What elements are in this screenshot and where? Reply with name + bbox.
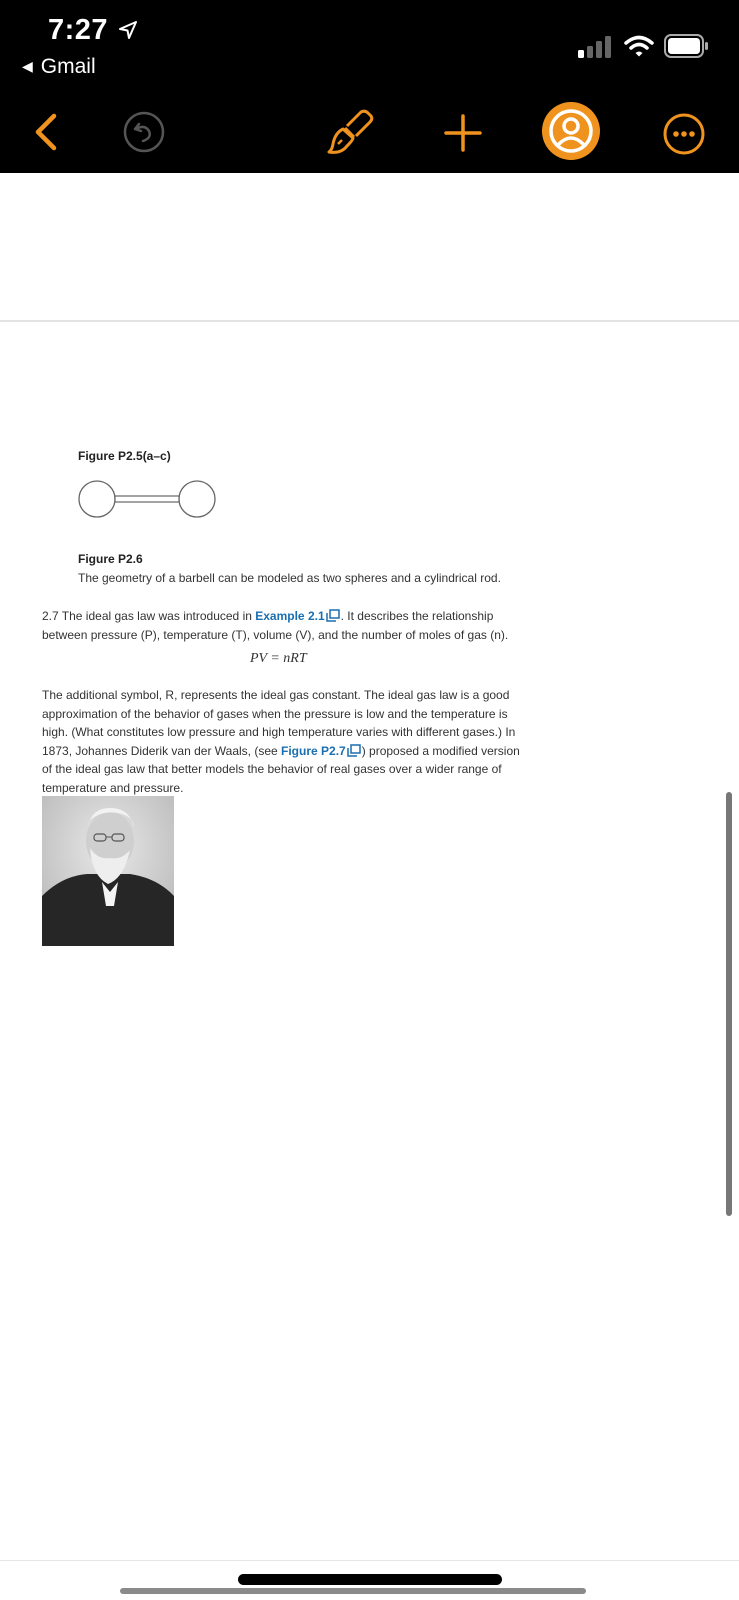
figure-p26-caption: Figure P2.6 The geometry of a barbell ca… xyxy=(78,550,548,587)
cellular-signal-icon xyxy=(578,36,611,58)
more-icon[interactable] xyxy=(663,113,705,155)
bottom-divider xyxy=(0,1560,739,1561)
page-divider xyxy=(0,320,739,322)
example-21-link[interactable]: Example 2.1 xyxy=(255,609,324,623)
top-bar: 7:27 ◀ Gmail xyxy=(0,0,739,173)
back-app-label: Gmail xyxy=(40,55,96,78)
wifi-icon xyxy=(624,35,654,57)
status-time: 7:27 xyxy=(48,14,109,46)
profile-icon[interactable] xyxy=(541,101,601,161)
plus-icon[interactable] xyxy=(443,113,483,153)
back-chevron-icon[interactable] xyxy=(30,112,60,152)
home-indicator[interactable] xyxy=(238,1574,502,1585)
vertical-scrollbar[interactable] xyxy=(726,792,732,1216)
figure-p25-caption: Figure P2.5(a–c) xyxy=(78,449,171,463)
barbell-figure xyxy=(78,480,216,518)
external-link-icon xyxy=(325,609,340,622)
van-der-waals-portrait xyxy=(42,796,174,946)
ideal-gas-equation: PV = nRT xyxy=(250,651,307,666)
problem-27-paragraph: 2.7 The ideal gas law was introduced in … xyxy=(42,609,509,642)
location-arrow-icon xyxy=(119,21,137,39)
external-link-icon xyxy=(346,743,361,757)
battery-icon xyxy=(664,34,708,58)
back-to-app-link[interactable]: ◀ Gmail xyxy=(22,55,96,79)
figure-p26-text: The geometry of a barbell can be modeled… xyxy=(78,570,501,585)
figure-p26-title: Figure P2.6 xyxy=(78,552,143,566)
back-triangle-icon: ◀ xyxy=(22,58,33,74)
ideal-gas-explanation-paragraph: The additional symbol, R, represents the… xyxy=(42,688,520,795)
brush-icon[interactable] xyxy=(327,108,377,156)
horizontal-scrollbar[interactable] xyxy=(120,1588,586,1594)
figure-p27-link[interactable]: Figure P2.7 xyxy=(281,744,346,758)
undo-icon[interactable] xyxy=(121,111,167,153)
